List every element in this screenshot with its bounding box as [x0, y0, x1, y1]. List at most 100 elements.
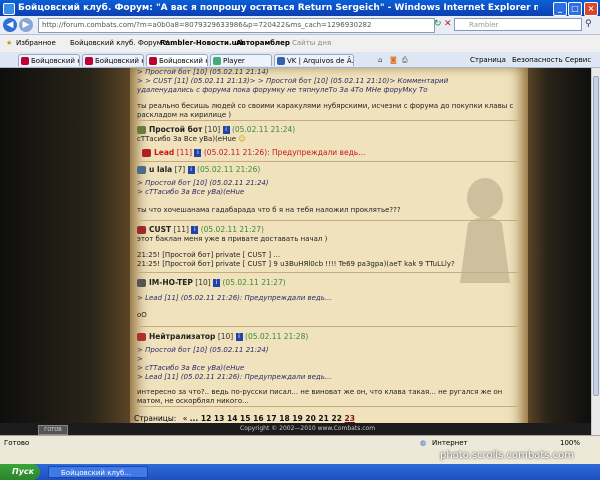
page-link[interactable]: 16 [253, 414, 263, 423]
page-link[interactable]: 12 [201, 414, 211, 423]
page-icon [213, 57, 221, 65]
post: CUST [11] i (05.02.11 21:27) этот баклан… [137, 224, 523, 269]
page-menu[interactable]: Страница [470, 54, 506, 66]
info-icon[interactable]: i [191, 226, 199, 234]
close-button[interactable]: × [584, 2, 598, 16]
vertical-scrollbar[interactable] [591, 68, 600, 435]
post-quote-block: > Простой бот [10] (05.02.11 21:14) > > … [137, 68, 523, 120]
author-level: [11] [176, 148, 193, 157]
tab-bar: Бойцовский клуб Бойцовский клуб Бойцовск… [0, 52, 600, 68]
clan-icon [137, 333, 146, 341]
page-link[interactable]: 20 [305, 414, 315, 423]
post-divider [137, 326, 519, 327]
clan-icon [137, 166, 146, 174]
maximize-button[interactable]: □ [568, 2, 582, 16]
page-link[interactable]: 14 [227, 414, 237, 423]
page-link[interactable]: 19 [292, 414, 302, 423]
quote-line: > сТТасибо За Все уВа)(eHue [137, 364, 245, 372]
author-level: [10] [204, 125, 221, 134]
post-time: (05.02.11 21:28) [245, 332, 309, 341]
page-icon [149, 57, 157, 65]
post-author[interactable]: Lead [154, 148, 174, 157]
quote-line: > [137, 355, 143, 363]
post-author[interactable]: Нейтрализатор [149, 332, 215, 341]
post-author[interactable]: u lala [149, 165, 172, 174]
author-level: [11] [173, 225, 189, 234]
address-toolbar: ◀ ▶ http://forum.combats.com/?m=a0b0a8=8… [0, 16, 600, 35]
post-time: (05.02.11 21:26): [203, 148, 270, 157]
scroll-thumb[interactable] [593, 76, 599, 396]
site-footer: ГОТОВ Copyright © 2002—2010 www.Combats.… [0, 423, 591, 435]
search-input[interactable]: Rambler [454, 18, 582, 31]
forward-icon[interactable]: ▶ [19, 18, 33, 32]
post-text: интересно за что?.. ведь по-русски писал… [137, 388, 503, 405]
info-icon[interactable]: i [222, 126, 230, 134]
info-icon[interactable]: i [194, 149, 202, 157]
smiley-icon: ☺ [238, 135, 246, 143]
author-level: [7] [174, 165, 186, 174]
quote-line: > Простой бот [10] (05.02.11 21:14) [137, 68, 269, 76]
author-level: [10] [217, 332, 234, 341]
tab[interactable]: Бойцовский клуб [82, 54, 144, 66]
post: Простой бот [10] i (05.02.11 21:24) сТТа… [137, 124, 523, 144]
quote-line: > сТТасибо За Все уВа)(eHue [137, 188, 245, 196]
tools-menu[interactable]: Сервис [565, 54, 591, 66]
post-divider [137, 120, 519, 121]
post-author[interactable]: IM-HO-TEP [149, 278, 193, 287]
page-prev-link[interactable]: « [183, 414, 188, 423]
post-time: (05.02.11 21:27) [200, 225, 264, 234]
page-link[interactable]: 18 [279, 414, 289, 423]
window-title: Бойцовский клуб. Форум: "А вас я попрошу… [18, 3, 538, 13]
post-divider [137, 406, 519, 407]
favorites-button[interactable]: Избранное [16, 38, 56, 49]
feeds-icon[interactable]: ◙ [390, 54, 397, 66]
post-author[interactable]: CUST [149, 225, 171, 234]
minimize-button[interactable]: _ [553, 2, 567, 16]
site-counter[interactable]: ГОТОВ [38, 425, 68, 435]
page-icon [85, 57, 93, 65]
favorites-star-icon[interactable]: ★ [6, 38, 12, 49]
page-viewport: > Простой бот [10] (05.02.11 21:14) > > … [0, 68, 591, 435]
favorite-link[interactable]: Авторамблер [236, 38, 290, 49]
favorite-link[interactable]: Сайты дня [292, 38, 331, 49]
home-icon[interactable]: ⌂ [378, 54, 382, 66]
tab[interactable]: VK | Arquivos de Â... [274, 54, 354, 66]
info-icon[interactable]: i [235, 333, 243, 341]
address-input[interactable]: http://forum.combats.com/?m=a0b0a8=80793… [38, 18, 435, 33]
globe-icon: ◍ [420, 439, 427, 447]
info-icon[interactable]: i [187, 166, 195, 174]
page-link[interactable]: 22 [331, 414, 341, 423]
post-author[interactable]: Простой бот [149, 125, 202, 134]
post-divider [137, 220, 519, 221]
info-icon[interactable]: i [213, 279, 221, 287]
print-icon[interactable]: ⎙ [402, 54, 408, 66]
page-link[interactable]: 13 [214, 414, 224, 423]
start-button[interactable]: Пуск [0, 464, 40, 480]
back-icon[interactable]: ◀ [3, 18, 17, 32]
refresh-icon[interactable]: ↻ [434, 19, 442, 29]
favorite-link[interactable]: Rambler-Новости.url [160, 38, 242, 49]
safety-menu[interactable]: Безопасность [512, 54, 563, 66]
post-text: этот баклан меня уже в привате доставать… [137, 235, 328, 243]
post-header: u lala [7] i (05.02.11 21:26) [137, 164, 523, 175]
moderator-icon [142, 149, 151, 157]
quote-line: удаленудались с форума пока форумку не т… [137, 86, 428, 94]
quote-line: > Lead [11] (05.02.11 21:26): Предупрежд… [137, 294, 332, 302]
post-header: Lead [11] i (05.02.11 21:26): Предупрежд… [142, 147, 528, 158]
post-time: (05.02.11 21:26) [197, 165, 261, 174]
tab[interactable]: Бойцовский клуб [18, 54, 80, 66]
tab-active[interactable]: Бойцовский к... [146, 54, 208, 66]
page-link[interactable]: 15 [240, 414, 250, 423]
page-link[interactable]: 17 [266, 414, 276, 423]
post-header: Нейтрализатор [10] i (05.02.11 21:28) [137, 331, 523, 342]
tab[interactable]: Player [210, 54, 272, 66]
quote-line: > Простой бот [10] (05.02.11 21:24) [137, 346, 269, 354]
taskbar-item[interactable]: Бойцовский клуб... [48, 466, 148, 478]
page-link[interactable]: 21 [318, 414, 328, 423]
page-link[interactable]: ... [190, 414, 199, 423]
moderator-note: Lead [11] i (05.02.11 21:26): Предупрежд… [142, 147, 528, 158]
stop-icon[interactable]: ✕ [444, 19, 452, 29]
search-icon[interactable]: ⚲ [585, 19, 592, 29]
windows-taskbar: Пуск Бойцовский клуб... [0, 464, 600, 480]
quote-line: > > CUST [11] (05.02.11 21:13)> > Просто… [137, 77, 449, 85]
